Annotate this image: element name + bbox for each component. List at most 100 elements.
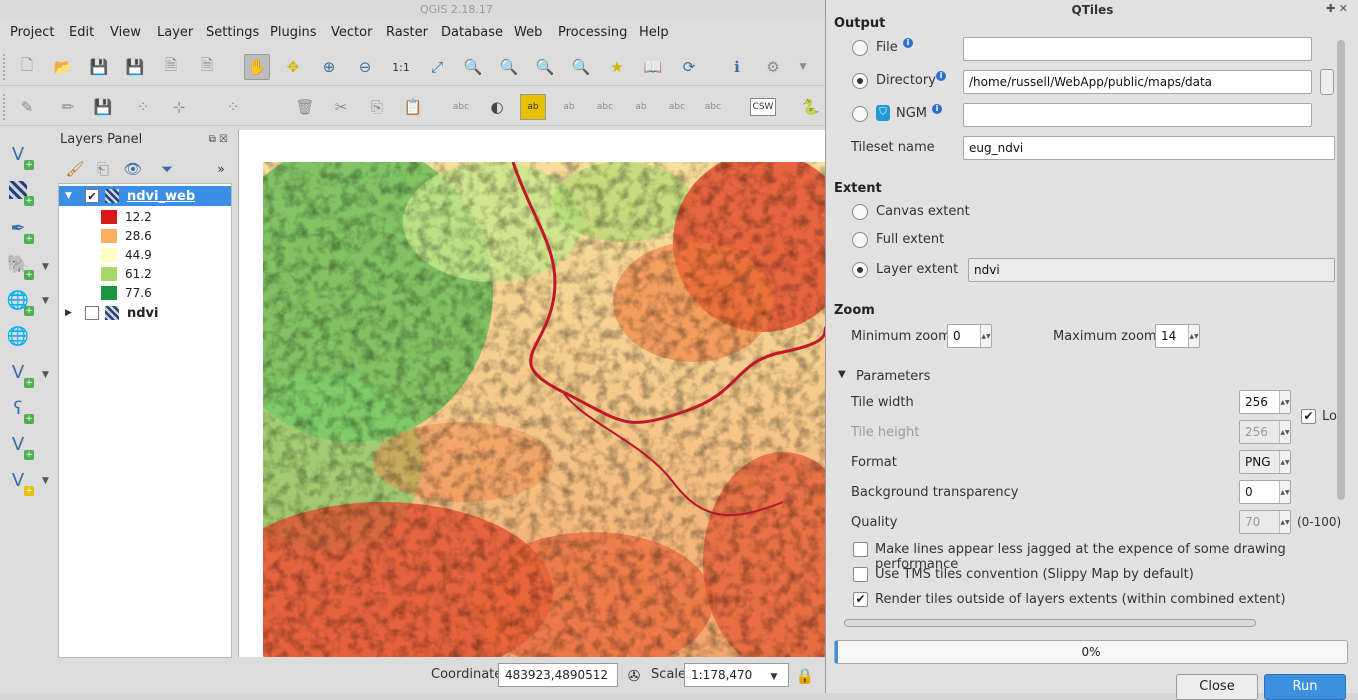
- style-layer-icon[interactable]: 🖌: [62, 156, 88, 182]
- label-tool-icon[interactable]: abc: [448, 94, 474, 120]
- delete-selected-icon[interactable]: 🗑: [292, 94, 318, 120]
- action-gear-icon[interactable]: ⚙: [760, 54, 786, 80]
- menu-vector[interactable]: Vector: [331, 25, 372, 40]
- run-button[interactable]: Run: [1264, 674, 1346, 700]
- tile-width-spinbox[interactable]: 256 ▲▼: [1239, 390, 1291, 414]
- toolbar-grip[interactable]: [3, 94, 7, 120]
- lock-ratio-checkbox[interactable]: ✔: [1301, 409, 1316, 424]
- new-bookmark-icon[interactable]: ★: [604, 54, 630, 80]
- new-print-composer-icon[interactable]: 🗎: [158, 54, 184, 80]
- add-wfs-layer-icon[interactable]: V +: [4, 358, 34, 388]
- add-raster-layer-icon[interactable]: +: [4, 176, 34, 206]
- file-path-field[interactable]: [963, 37, 1312, 61]
- canvas-extent-radio[interactable]: [852, 204, 868, 220]
- menu-edit[interactable]: Edit: [69, 25, 94, 40]
- layer-visibility-checkbox[interactable]: [85, 306, 99, 320]
- csw-icon[interactable]: CSW: [750, 98, 776, 116]
- menu-view[interactable]: View: [110, 25, 141, 40]
- select-arrows-icon[interactable]: ▲▼: [1279, 451, 1290, 473]
- style-manager-icon[interactable]: ◐: [484, 94, 510, 120]
- scrollbar-thumb[interactable]: [1337, 40, 1345, 500]
- chevron-down-icon[interactable]: ▼: [42, 262, 49, 272]
- file-radio[interactable]: [852, 40, 868, 56]
- node-tool-icon[interactable]: ⁘: [220, 94, 246, 120]
- pan-to-selection-icon[interactable]: ✥: [280, 54, 306, 80]
- new-shapefile-icon[interactable]: V +: [4, 430, 34, 460]
- full-extent-radio[interactable]: [852, 232, 868, 248]
- zoom-in-icon[interactable]: ⊕: [316, 54, 342, 80]
- save-edits-icon[interactable]: 💾: [90, 94, 116, 120]
- copy-features-icon[interactable]: ⎘: [364, 94, 390, 120]
- dialog-window-controls-icon[interactable]: ✚ ✕: [1326, 2, 1348, 15]
- zoom-out-icon[interactable]: ⊖: [352, 54, 378, 80]
- zoom-full-icon[interactable]: ⤢: [424, 54, 450, 80]
- spin-arrows-icon[interactable]: ▲▼: [1279, 481, 1290, 503]
- show-bookmarks-icon[interactable]: 📖: [640, 54, 666, 80]
- menu-processing[interactable]: Processing: [558, 25, 627, 40]
- scrollbar-thumb[interactable]: [844, 619, 1256, 627]
- tileset-name-field[interactable]: eug_ndvi: [963, 136, 1335, 160]
- toolbar-grip[interactable]: [3, 54, 7, 80]
- refresh-icon[interactable]: ⟳: [676, 54, 702, 80]
- add-wms-layer-icon[interactable]: 🌐 +: [4, 286, 34, 316]
- move-feature-icon[interactable]: ⊹: [166, 94, 192, 120]
- chevron-down-icon[interactable]: ▼: [761, 664, 787, 690]
- chevron-down-icon[interactable]: ▼: [42, 476, 49, 486]
- map-canvas[interactable]: [238, 130, 826, 657]
- visibility-icon[interactable]: 👁: [120, 156, 146, 182]
- add-vector-layer-icon[interactable]: V +: [4, 140, 34, 170]
- menu-project[interactable]: Project: [10, 25, 54, 40]
- chevron-down-icon[interactable]: ▼: [42, 370, 49, 380]
- layer-visibility-checkbox[interactable]: ✔: [85, 189, 99, 203]
- chevron-down-icon[interactable]: ▼: [790, 54, 816, 80]
- show-hide-labels-icon[interactable]: abc: [592, 94, 618, 120]
- new-temp-layer-icon[interactable]: V +: [4, 466, 34, 496]
- directory-path-field[interactable]: /home/russell/WebApp/public/maps/data: [963, 70, 1312, 94]
- coordinate-field[interactable]: 483923,4890512: [498, 663, 618, 687]
- directory-radio[interactable]: [852, 73, 868, 89]
- vertical-scrollbar[interactable]: [1336, 40, 1346, 620]
- identify-features-icon[interactable]: ℹ: [724, 54, 750, 80]
- menu-database[interactable]: Database: [441, 25, 503, 40]
- spin-arrows-icon[interactable]: ▲▼: [1188, 325, 1199, 347]
- menu-settings[interactable]: Settings: [206, 25, 259, 40]
- paste-features-icon[interactable]: 📋: [400, 94, 426, 120]
- filter-icon[interactable]: ⏷: [154, 156, 180, 182]
- change-label-icon[interactable]: abc: [700, 94, 726, 120]
- new-project-icon[interactable]: 🗋: [14, 54, 40, 80]
- save-as-icon[interactable]: 💾: [122, 54, 148, 80]
- toggle-editing-icon[interactable]: ✏: [55, 94, 81, 120]
- chevron-down-icon[interactable]: ▼: [42, 296, 49, 306]
- spin-arrows-icon[interactable]: ▲▼: [1279, 391, 1290, 413]
- menu-raster[interactable]: Raster: [386, 25, 428, 40]
- zoom-native-icon[interactable]: 1:1: [388, 54, 414, 80]
- layer-labeling-icon[interactable]: ab: [520, 94, 546, 120]
- max-zoom-spinbox[interactable]: 14 ▲▼: [1155, 324, 1200, 348]
- pan-map-icon[interactable]: ✋: [244, 54, 270, 80]
- expand-arrow-icon[interactable]: ▶: [65, 308, 77, 318]
- layer-extent-radio[interactable]: [852, 262, 868, 278]
- layer-row-ndvi[interactable]: ▶ ndvi: [59, 303, 231, 323]
- tms-checkbox[interactable]: [853, 567, 868, 582]
- zoom-to-selection-icon[interactable]: 🔍: [460, 54, 486, 80]
- menu-help[interactable]: Help: [639, 25, 669, 40]
- menu-web[interactable]: Web: [514, 25, 542, 40]
- render-outside-checkbox[interactable]: ✔: [853, 592, 868, 607]
- open-project-icon[interactable]: 📂: [50, 54, 76, 80]
- layer-extent-select[interactable]: ndvi: [968, 258, 1335, 282]
- more-icon[interactable]: »: [208, 156, 234, 182]
- move-label-icon[interactable]: ab: [628, 94, 654, 120]
- horizontal-scrollbar[interactable]: [844, 618, 1256, 628]
- zoom-to-layer-icon[interactable]: 🔍: [496, 54, 522, 80]
- add-feature-icon[interactable]: ⁘: [130, 94, 156, 120]
- add-wcs-layer-icon[interactable]: 🌐: [4, 322, 32, 350]
- collapse-arrow-icon[interactable]: ▼: [838, 369, 846, 380]
- min-zoom-spinbox[interactable]: 0 ▲▼: [947, 324, 992, 348]
- save-project-icon[interactable]: 💾: [86, 54, 112, 80]
- cut-features-icon[interactable]: ✂: [328, 94, 354, 120]
- rotate-label-icon[interactable]: abc: [664, 94, 690, 120]
- toggle-extents-icon[interactable]: ✇: [621, 663, 647, 689]
- add-spatialite-layer-icon[interactable]: ✒ +: [4, 214, 34, 244]
- antialias-checkbox[interactable]: [853, 542, 868, 557]
- add-postgis-layer-icon[interactable]: 🐘 +: [4, 250, 34, 280]
